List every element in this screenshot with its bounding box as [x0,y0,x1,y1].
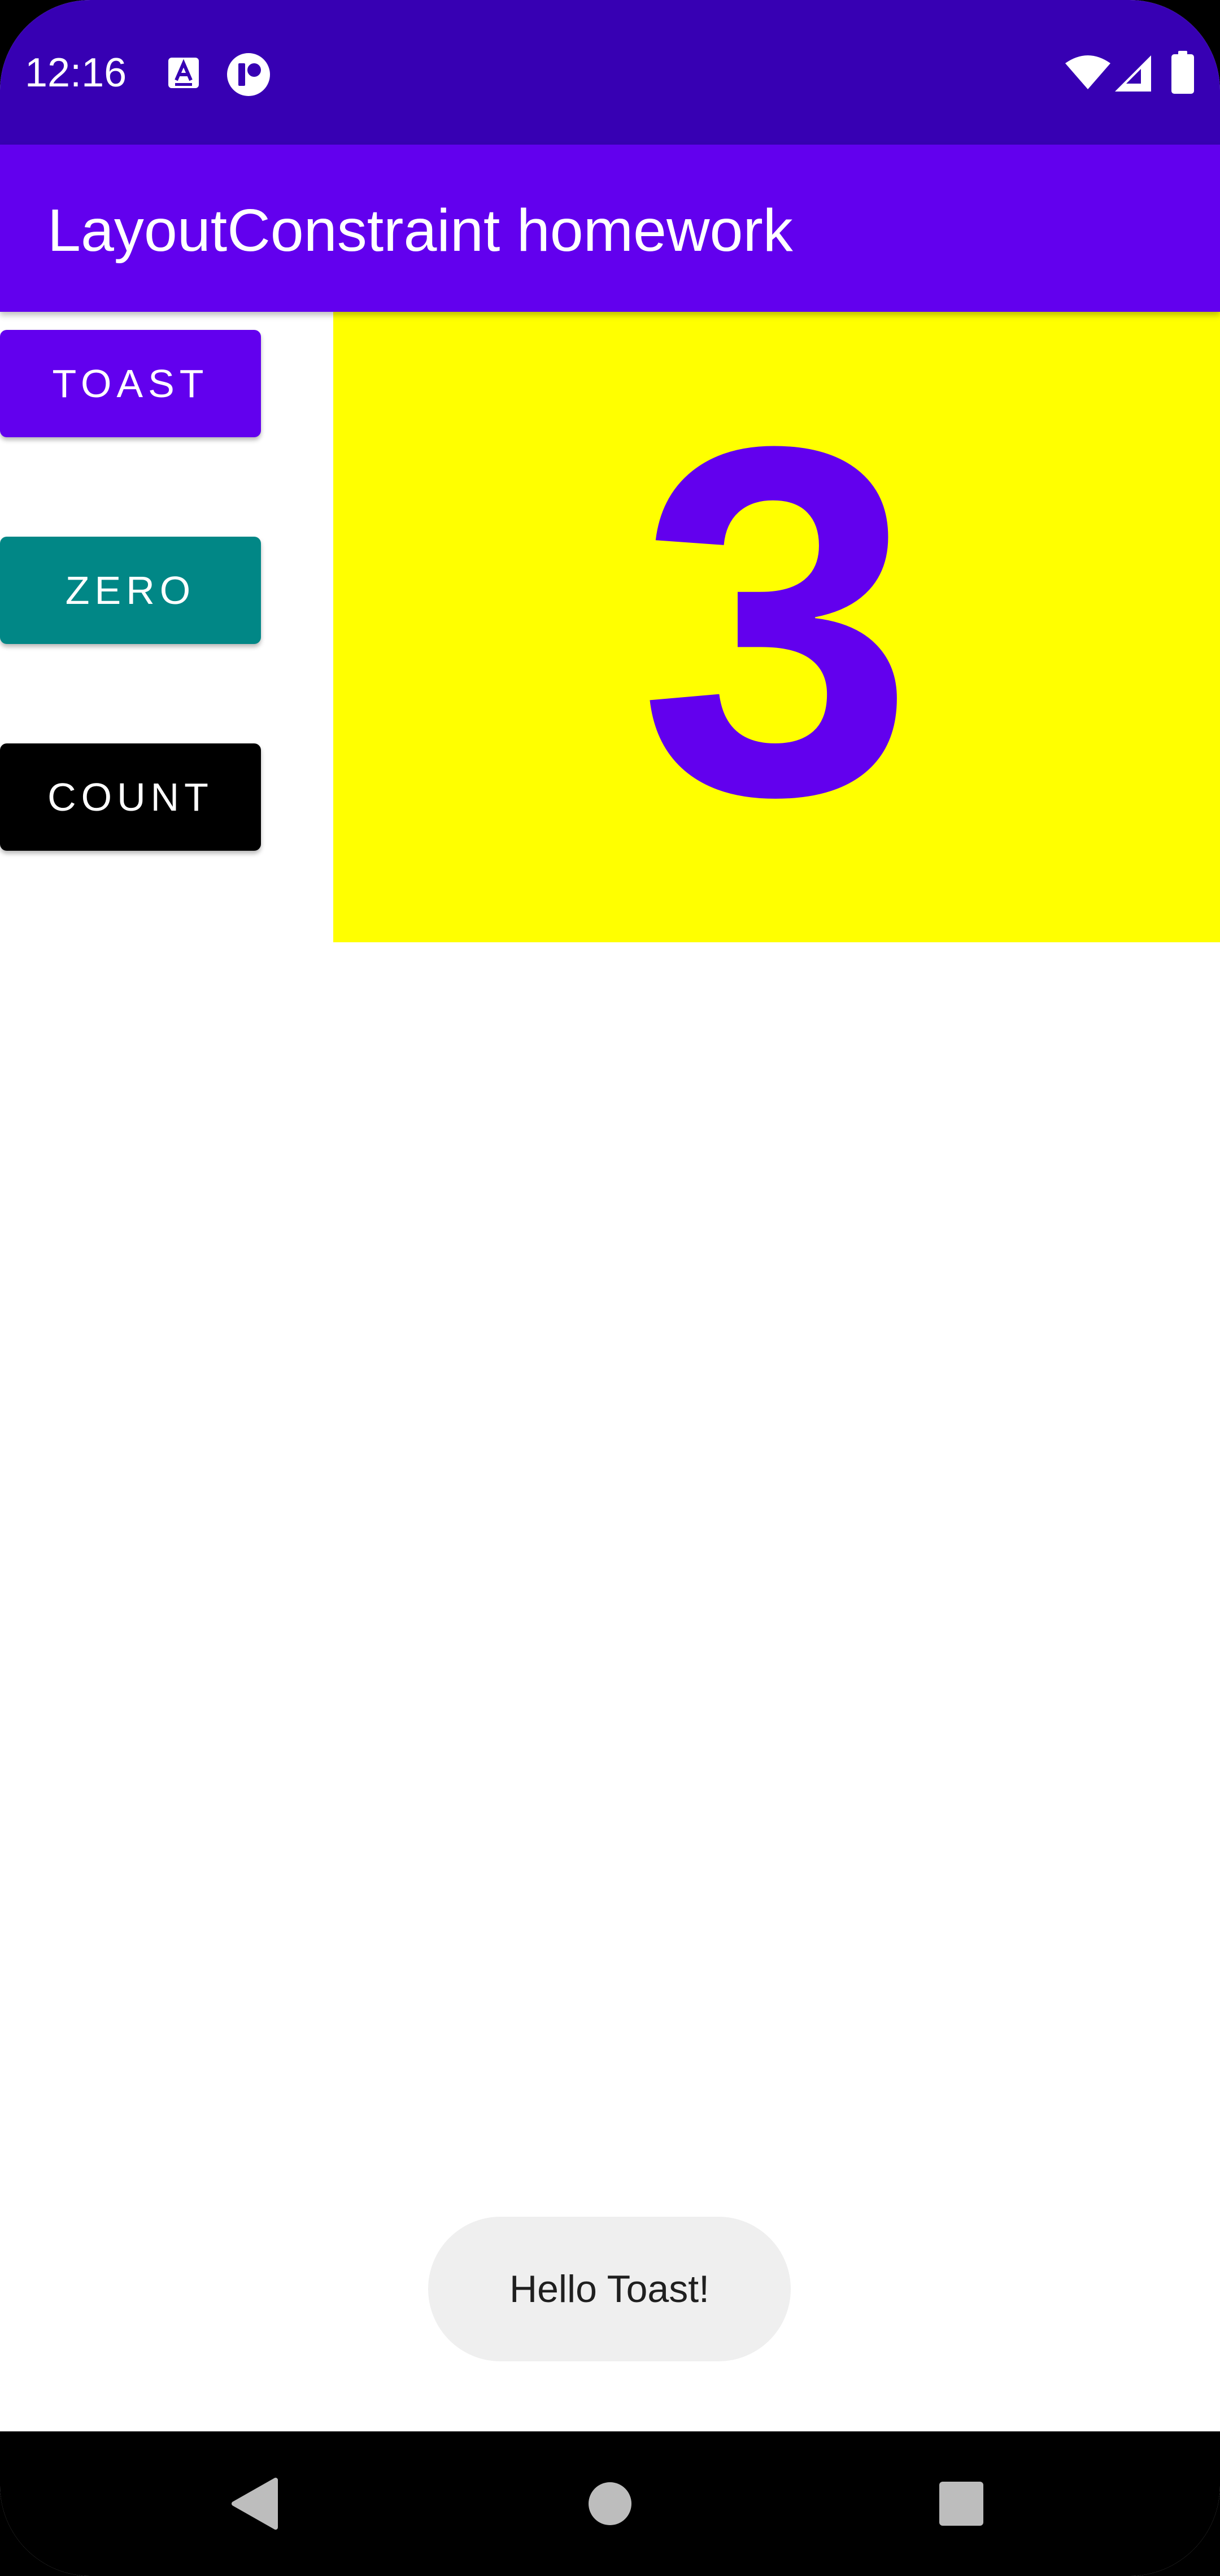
home-icon [589,2482,631,2525]
home-button[interactable] [565,2431,655,2576]
zero-button[interactable]: ZERO [0,537,261,644]
count-display: 3 [333,312,1220,942]
cellular-signal-icon [1114,54,1152,95]
keyboard-a-icon [167,56,200,92]
count-value: 3 [638,343,915,899]
toast-text: Hello Toast! [509,2268,710,2310]
navigation-bar [0,2431,1220,2576]
status-time: 12:16 [25,50,127,95]
record-icon [226,52,271,100]
toast-button[interactable]: TOAST [0,330,261,437]
app-bar: LayoutConstraint homework [0,145,1220,312]
back-icon [232,2478,278,2530]
status-bar: 12:16 [0,0,1220,145]
device-screen: 12:16 LayoutConstraint homework TOAST ZE… [0,0,1220,2576]
recents-icon [939,2482,983,2526]
app-title: LayoutConstraint homework [47,197,793,264]
battery-icon [1170,51,1195,97]
count-button[interactable]: COUNT [0,743,261,851]
toast-message: Hello Toast! [428,2217,791,2361]
main-content: TOAST ZERO COUNT 3 [0,312,1220,2431]
back-button[interactable] [209,2431,299,2576]
wifi-icon [1064,54,1112,93]
recents-button[interactable] [916,2431,1006,2576]
